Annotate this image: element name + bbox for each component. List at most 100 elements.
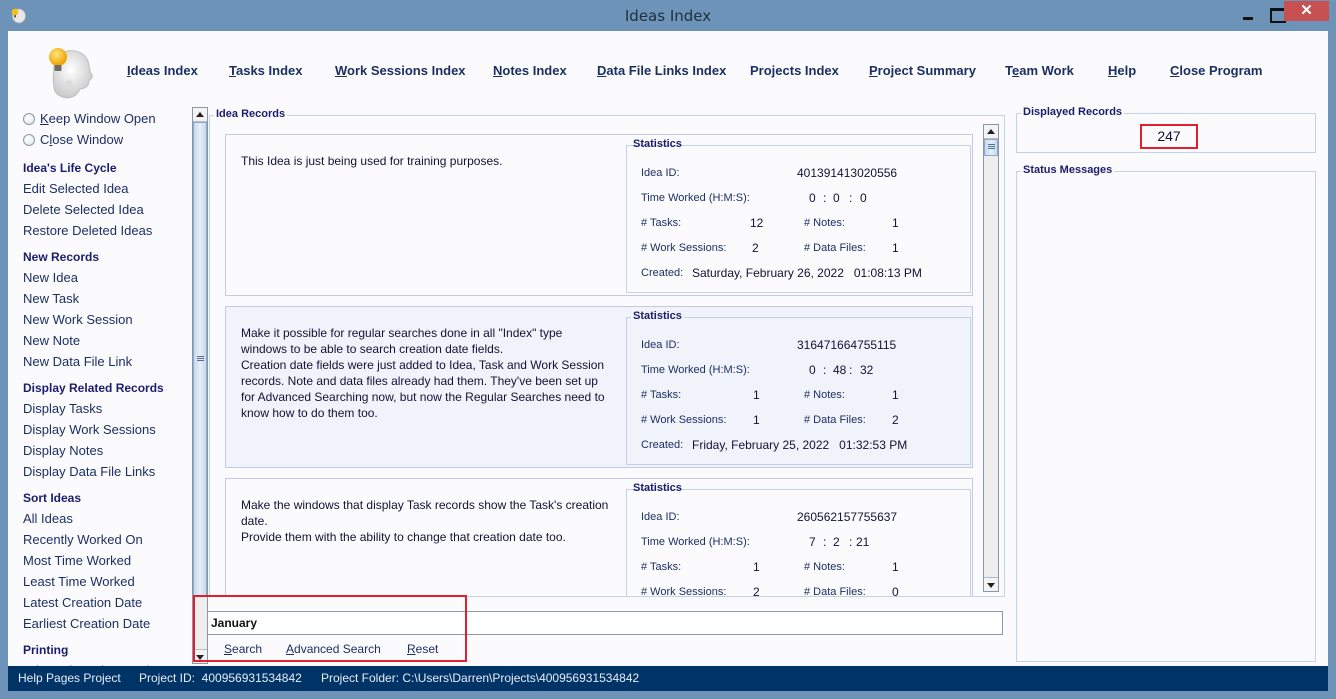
sidebar-item-display-work-sessions[interactable]: Display Work Sessions: [23, 422, 156, 437]
nav-projects-index[interactable]: Projects Index: [750, 63, 839, 78]
scroll-up-arrow-icon[interactable]: [193, 108, 207, 122]
radio-keep-window-open[interactable]: Keep Window Open: [23, 111, 156, 126]
project-folder: Project Folder: C:\Users\Darren\Projects…: [321, 671, 640, 685]
idea-id-label: Idea ID:: [641, 511, 680, 523]
time-seconds-value: 21: [856, 535, 870, 549]
time-separator: :: [823, 363, 827, 377]
sidebar-item-new-task[interactable]: New Task: [23, 291, 79, 306]
nav-ideas-index[interactable]: Ideas Index: [127, 63, 198, 78]
sidebar-item-display-data-file-links[interactable]: Display Data File Links: [23, 464, 155, 479]
sidebar-item-least-time-worked[interactable]: Least Time Worked: [23, 574, 135, 589]
search-button[interactable]: Search: [224, 642, 262, 656]
time-separator: :: [849, 363, 853, 377]
scroll-up-arrow-icon[interactable]: [984, 125, 998, 139]
sidebar-item-earliest-creation-date[interactable]: Earliest Creation Date: [23, 616, 150, 631]
sidebar-item-most-time-worked[interactable]: Most Time Worked: [23, 553, 131, 568]
idea-record[interactable]: This Idea is just being used for trainin…: [225, 134, 973, 296]
advanced-search-button[interactable]: Advanced Search: [286, 642, 381, 656]
search-input[interactable]: [207, 611, 1003, 635]
sidebar-item-recently-worked-on[interactable]: Recently Worked On: [23, 532, 143, 547]
data-files-value: 1: [892, 241, 899, 255]
records-scrollbar[interactable]: [983, 124, 999, 592]
grip-icon: [197, 356, 204, 361]
client-area: Ideas Index Tasks Index Work Sessions In…: [8, 31, 1328, 691]
window-title: Ideas Index: [624, 7, 712, 25]
close-button[interactable]: ✕: [1284, 1, 1329, 21]
reset-button[interactable]: Reset: [407, 642, 438, 656]
sidebar-item-latest-creation-date[interactable]: Latest Creation Date: [23, 595, 142, 610]
time-hours-value: 0: [809, 363, 816, 377]
radio-button[interactable]: [23, 112, 35, 125]
title-bar: Ideas Index ✕: [0, 0, 1336, 31]
tasks-value: 1: [753, 560, 760, 574]
status-messages-panel: Status Messages: [1016, 164, 1316, 662]
tasks-value: 1: [753, 388, 760, 402]
work-sessions-label: # Work Sessions:: [641, 242, 727, 254]
statistics-group: Statistics Idea ID: 260562157755637 Time…: [626, 482, 971, 596]
data-files-value: 0: [892, 585, 899, 596]
sidebar-item-all-ideas[interactable]: All Ideas: [23, 511, 73, 526]
sidebar-item-new-data-file-link[interactable]: New Data File Link: [23, 354, 132, 369]
idea-record[interactable]: Make the windows that display Task recor…: [225, 478, 973, 596]
sidebar-item-display-notes[interactable]: Display Notes: [23, 443, 103, 458]
data-files-label: # Data Files:: [804, 414, 866, 426]
time-separator: :: [823, 535, 827, 549]
time-minutes-value: 2: [833, 535, 840, 549]
sidebar-item-new-work-session[interactable]: New Work Session: [23, 312, 133, 327]
time-seconds-value: 32: [860, 363, 874, 377]
radio-close-window[interactable]: Close Window: [23, 132, 123, 147]
nav-work-sessions-index[interactable]: Work Sessions Index: [335, 63, 466, 78]
tasks-label: # Tasks:: [641, 217, 682, 229]
lightbulb-head-logo-icon: [49, 48, 93, 99]
scrollbar-thumb[interactable]: [984, 139, 998, 156]
notes-value: 1: [892, 388, 899, 402]
time-separator: :: [849, 191, 853, 205]
idea-id-value: 401391413020556: [797, 166, 898, 180]
time-separator: :: [823, 191, 827, 205]
record-description: Make it possible for regular searches do…: [241, 326, 605, 420]
scrollbar-thumb[interactable]: [193, 122, 207, 597]
scroll-down-arrow-icon[interactable]: [193, 649, 207, 663]
statistics-group: Statistics Idea ID: 401391413020556 Time…: [626, 138, 971, 293]
sidebar-item-restore-deleted-ideas[interactable]: Restore Deleted Ideas: [23, 223, 152, 238]
idea-records-title: Idea Records: [214, 108, 288, 120]
nav-close-program[interactable]: Close Program: [1170, 63, 1262, 78]
minimize-button[interactable]: [1235, 8, 1261, 24]
work-sessions-label: # Work Sessions:: [641, 586, 727, 596]
radio-button[interactable]: [23, 133, 35, 146]
statistics-group: Statistics Idea ID: 316471664755115 Time…: [626, 310, 971, 465]
nav-team-work[interactable]: Team Work: [1005, 63, 1074, 78]
sidebar-item-display-tasks[interactable]: Display Tasks: [23, 401, 102, 416]
status-bar: Help Pages Project Project ID: 400956931…: [8, 666, 1328, 691]
sidebar-item-edit-selected-idea[interactable]: Edit Selected Idea: [23, 181, 129, 196]
idea-record-selected[interactable]: Make it possible for regular searches do…: [225, 306, 973, 468]
grip-icon: [988, 144, 995, 149]
displayed-records-count: 247: [1140, 124, 1198, 149]
time-minutes-value: 48: [833, 363, 847, 377]
time-hours-value: 0: [809, 191, 816, 205]
radio-label: Keep Window Open: [40, 111, 156, 126]
sidebar-scrollbar[interactable]: [192, 107, 208, 664]
nav-notes-index[interactable]: Notes Index: [493, 63, 567, 78]
nav-data-file-links-index[interactable]: Data File Links Index: [597, 63, 726, 78]
notes-value: 1: [892, 216, 899, 230]
sidebar-item-delete-selected-idea[interactable]: Delete Selected Idea: [23, 202, 144, 217]
statistics-title: Statistics: [633, 138, 682, 150]
project-id: Project ID: 400956931534842: [139, 671, 302, 685]
idea-id-value: 316471664755115: [797, 338, 897, 352]
sidebar-item-new-idea[interactable]: New Idea: [23, 270, 78, 285]
nav-project-summary[interactable]: Project Summary: [869, 63, 976, 78]
sidebar-item-new-note[interactable]: New Note: [23, 333, 80, 348]
time-minutes-value: 0: [833, 191, 840, 205]
displayed-records-panel: Displayed Records 247: [1016, 106, 1316, 153]
time-worked-label: Time Worked (H:M:S):: [641, 536, 750, 548]
section-printing-heading: Printing: [23, 643, 69, 657]
scroll-down-arrow-icon[interactable]: [984, 577, 998, 591]
idea-records-panel: Idea Records This Idea is just being use…: [209, 108, 1005, 597]
sidebar: Keep Window Open Close Window Idea's Lif…: [8, 107, 191, 667]
nav-help[interactable]: Help: [1108, 63, 1136, 78]
displayed-records-title: Displayed Records: [1021, 106, 1125, 118]
nav-tasks-index[interactable]: Tasks Index: [229, 63, 302, 78]
tasks-value: 12: [750, 216, 764, 230]
time-seconds-value: 0: [860, 191, 867, 205]
